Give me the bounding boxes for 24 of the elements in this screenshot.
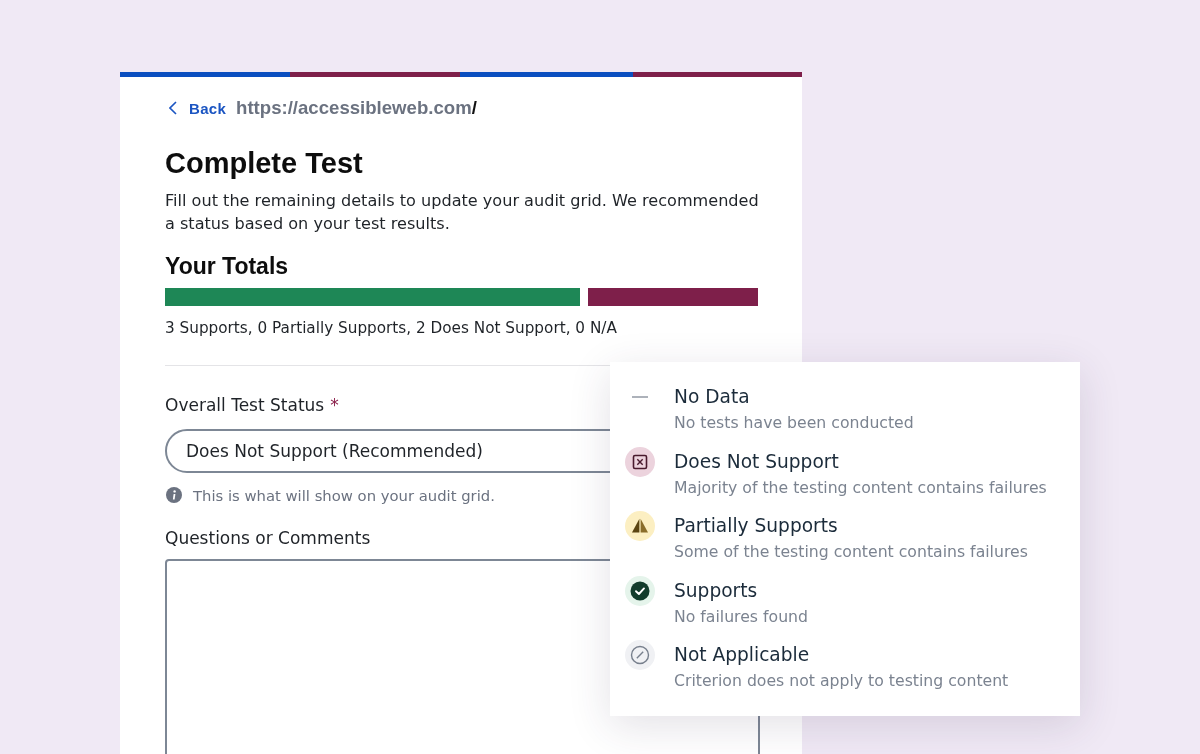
legend-item-title: Not Applicable — [674, 643, 811, 668]
breadcrumb-current: / — [471, 97, 477, 119]
breadcrumb-link[interactable]: https://accessibleweb.com — [236, 97, 472, 119]
dash-icon — [632, 396, 648, 398]
description-text: Fill out the remaining details to update your audit grid. We recommended a status based on your test results. — [165, 190, 760, 235]
legend-item-description: Criterion does not apply to testing content — [674, 670, 1009, 693]
legend-item-description: No failures found — [674, 605, 808, 628]
back-link[interactable]: Back — [169, 99, 227, 117]
legend-item-description: Majority of the testing content contains failures — [674, 476, 1047, 499]
status-hint: This is what will show on your audit grid. — [193, 486, 495, 504]
status-label: Overall Test Status — [165, 394, 325, 417]
legend-item-description: Some of the testing content contains failures — [674, 541, 1028, 564]
required-mark: * — [330, 394, 339, 417]
check-circle-icon — [625, 575, 655, 606]
page-title: Complete Test — [165, 146, 364, 180]
chevron-left-icon — [169, 101, 177, 115]
legend-item-title: Partially Supports — [674, 514, 839, 539]
slashed-circle-icon — [625, 640, 655, 671]
comments-label: Questions or Comments — [165, 527, 371, 550]
legend-item-title: No Data — [674, 385, 751, 409]
legend-item-title: Supports — [674, 578, 759, 603]
totals-heading: Your Totals — [165, 252, 290, 280]
totals-summary: 3 Supports, 0 Partially Supports, 2 Does Not Support, 0 N/A — [165, 318, 617, 339]
info-icon — [166, 487, 182, 503]
